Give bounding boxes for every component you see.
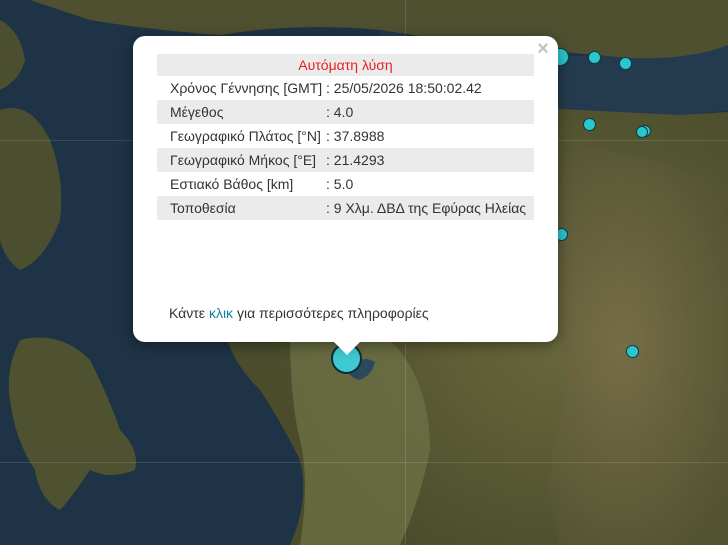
table-row: Χρόνος Γέννησης [GMT] : 25/05/2026 18:50…	[157, 76, 534, 100]
row-value: : 9 Χλμ. ΔΒΔ της Εφύρας Ηλείας	[324, 196, 534, 220]
row-label: Χρόνος Γέννησης [GMT]	[170, 80, 323, 96]
footer-suffix: για περισσότερες πληροφορίες	[236, 305, 429, 321]
earthquake-marker[interactable]	[626, 345, 639, 358]
earthquake-marker[interactable]	[636, 126, 648, 138]
table-row: Τοποθεσία : 9 Χλμ. ΔΒΔ της Εφύρας Ηλείας	[157, 196, 534, 220]
row-label: Τοποθεσία	[157, 196, 324, 220]
row-label: Εστιακό Βάθος [km]	[170, 176, 294, 192]
earthquake-marker[interactable]	[583, 118, 596, 131]
table-row: Μέγεθος : 4.0	[157, 100, 534, 124]
table-row: Γεωγραφικό Μήκος [°E] : 21.4293	[157, 148, 534, 172]
row-value: : 25/05/2026 18:50:02.42	[326, 80, 482, 96]
row-value: : 4.0	[324, 100, 534, 124]
popup-footer: Κάντε κλικ για περισσότερες πληροφορίες	[169, 305, 429, 321]
row-label: Μέγεθος	[157, 100, 324, 124]
more-info-link[interactable]: κλικ	[209, 305, 233, 321]
popup-title: Αυτόματη λύση	[157, 54, 534, 76]
table-row: Εστιακό Βάθος [km] : 5.0	[157, 172, 534, 196]
grid-line	[0, 462, 728, 463]
earthquake-marker[interactable]	[588, 51, 601, 64]
row-value: : 5.0	[326, 176, 354, 192]
table-row: Γεωγραφικό Πλάτος [°N] : 37.8988	[157, 124, 534, 148]
row-value: : 21.4293	[324, 148, 534, 172]
earthquake-marker[interactable]	[619, 57, 632, 70]
popup-pointer	[333, 341, 361, 355]
earthquake-info-table: Αυτόματη λύση Χρόνος Γέννησης [GMT] : 25…	[157, 54, 534, 220]
row-label: Γεωγραφικό Πλάτος [°N]	[170, 128, 321, 144]
row-label: Γεωγραφικό Μήκος [°E]	[157, 148, 324, 172]
close-icon[interactable]: ×	[534, 39, 552, 59]
table-row: Αυτόματη λύση	[157, 54, 534, 76]
footer-prefix: Κάντε	[169, 305, 206, 321]
earthquake-info-popup: × Αυτόματη λύση Χρόνος Γέννησης [GMT] : …	[133, 36, 558, 342]
row-value: : 37.8988	[326, 128, 385, 144]
